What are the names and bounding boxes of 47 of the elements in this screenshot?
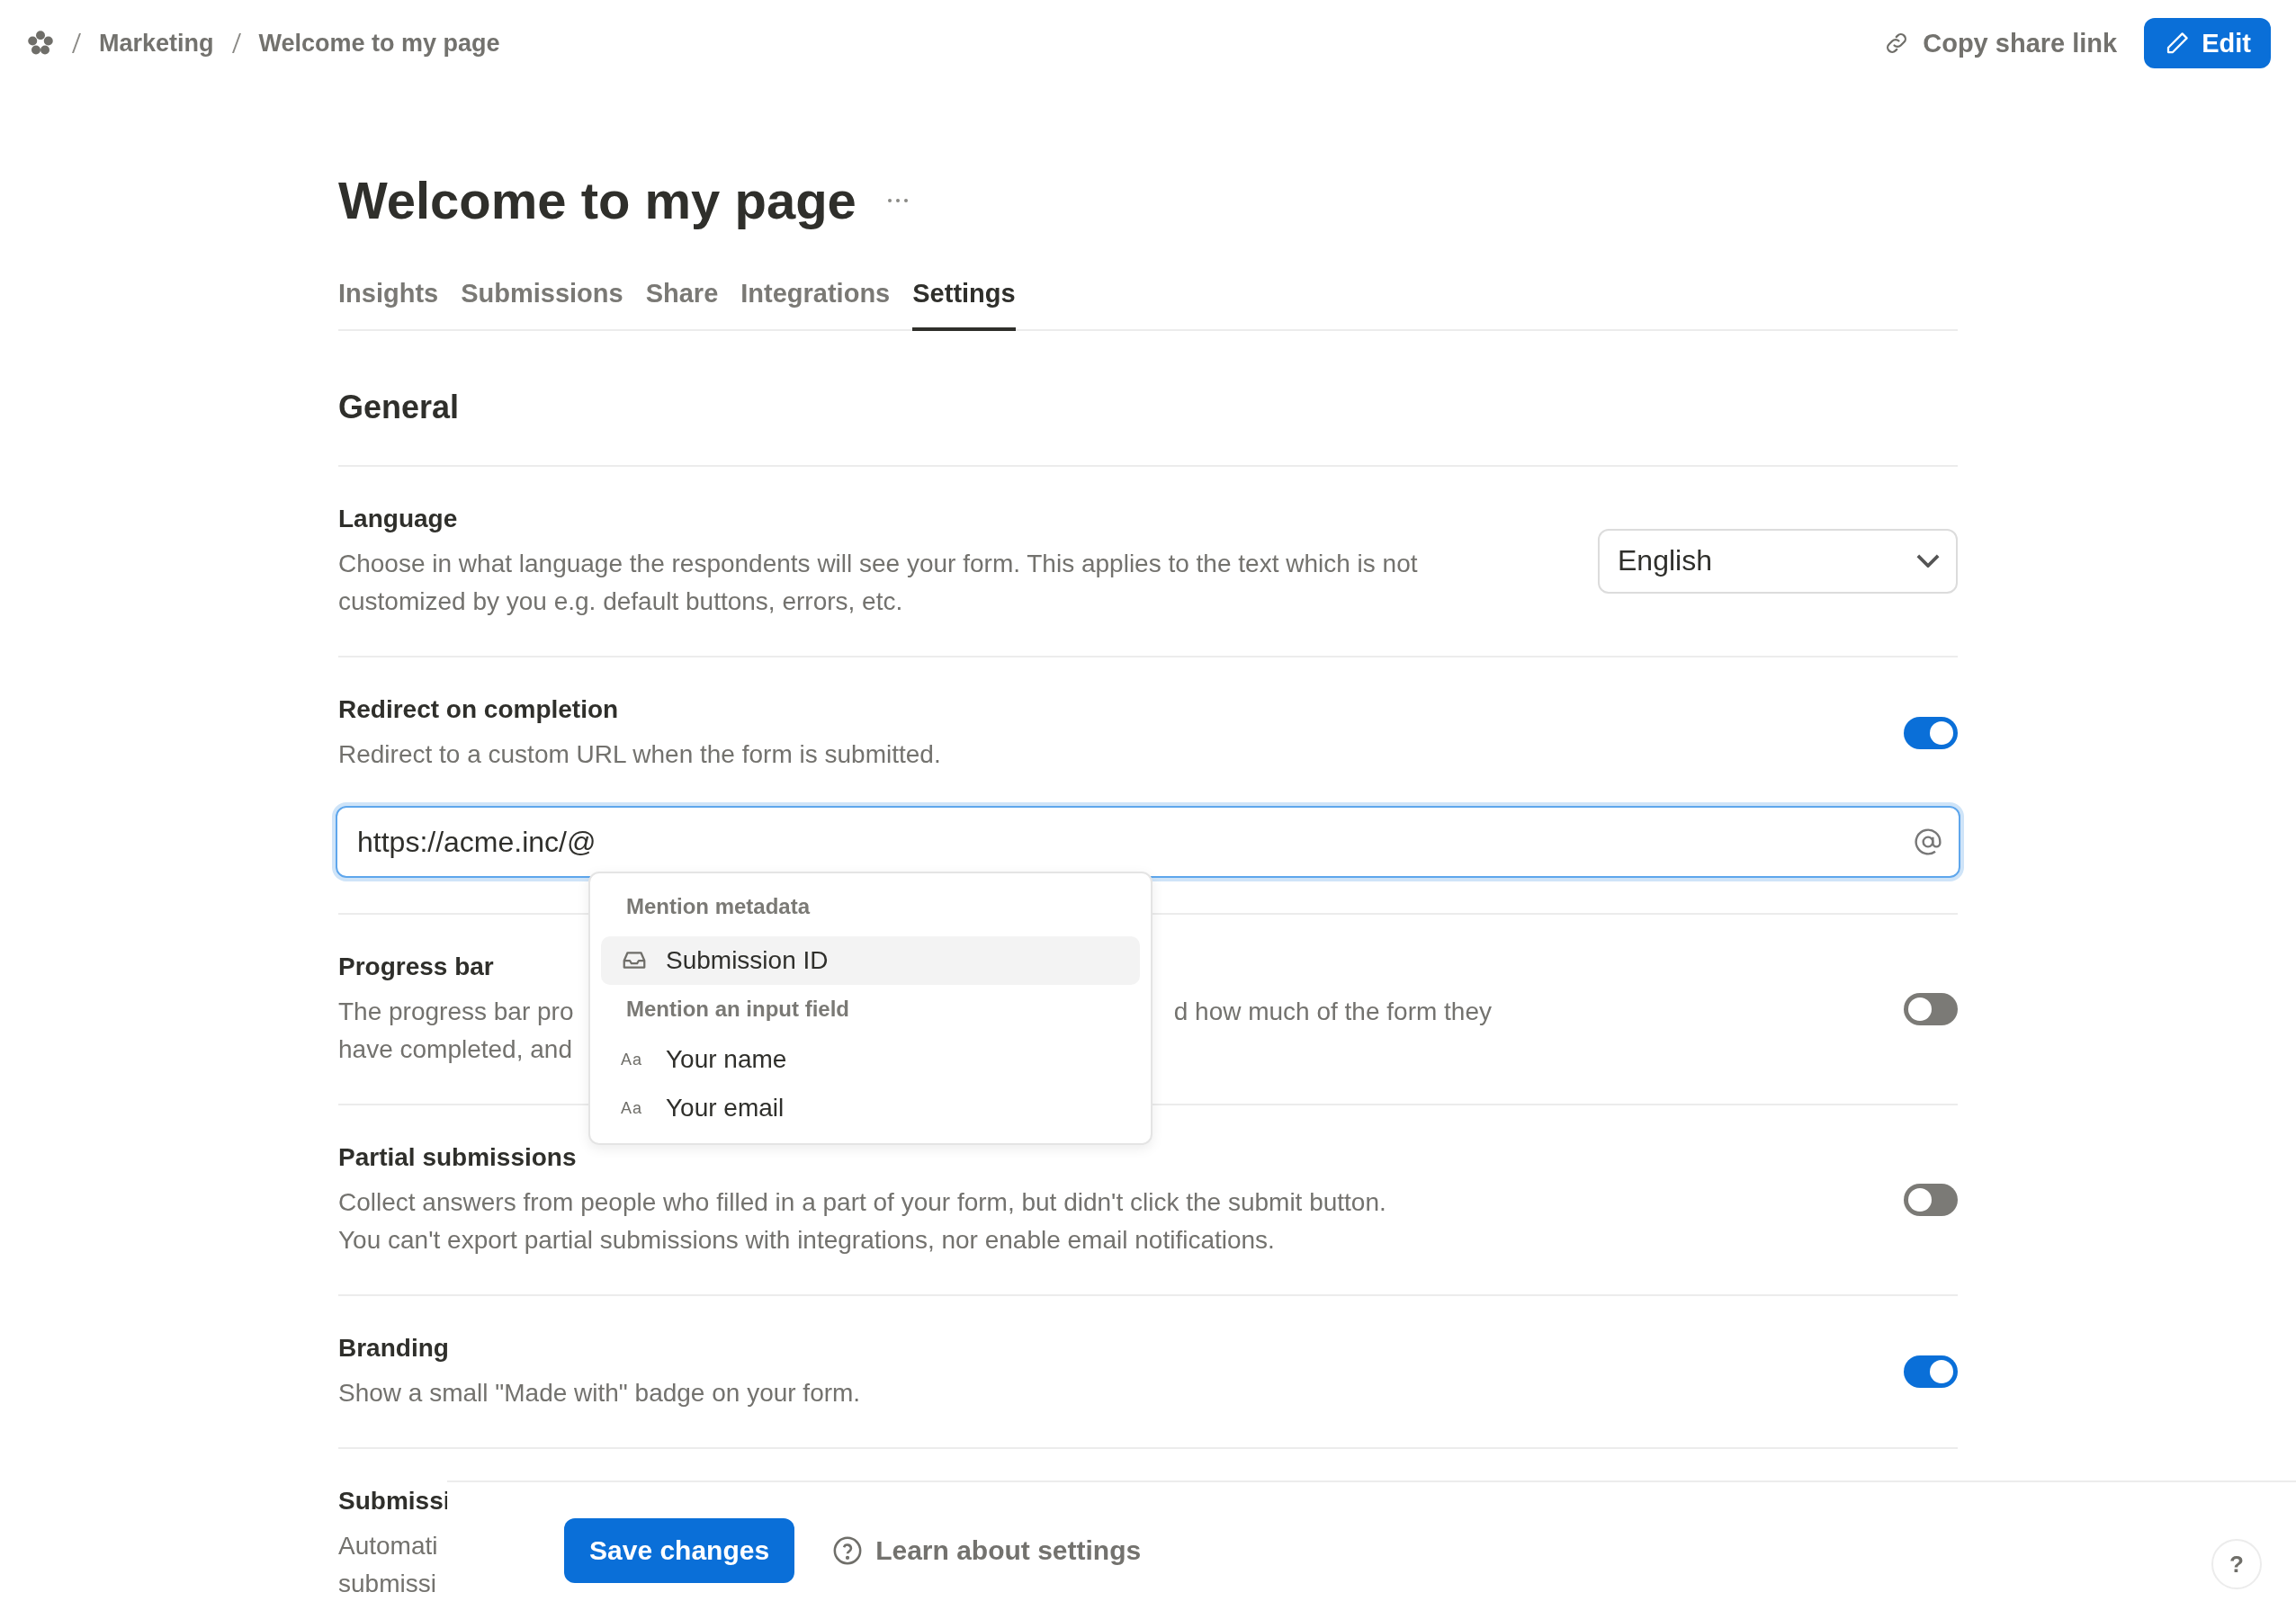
at-sign-icon[interactable] [1914,827,1942,856]
menu-group-heading: Mention an input field [625,996,850,1023]
tab[interactable]: Settings [912,275,1016,331]
copy-link-button[interactable]: Copy share link [1883,28,2118,58]
setting-description: d how much of the form they [1173,997,1492,1027]
chevron-down-icon [1916,554,1940,568]
setting-title: Progress bar [338,952,494,982]
section-heading: General [338,388,1958,467]
toggle-switch[interactable] [1904,1183,1958,1216]
menu-item[interactable]: Submission ID [601,936,1140,985]
setting-description: customized by you e.g. default buttons, errors, etc. [338,586,903,617]
setting-description: have completed, and [338,1034,572,1065]
setting-title: Language [338,504,458,534]
breadcrumb-link[interactable]: Marketing [99,29,214,58]
setting-description: Show a small "Made with" badge on your form. [338,1378,861,1409]
toggle-switch[interactable] [1904,992,1958,1025]
tab[interactable]: Insights [338,275,439,331]
setting-description: submissi [338,1569,436,1599]
edit-button[interactable]: Edit [2144,18,2271,68]
setting-title: Redirect on completion [338,694,619,725]
setting-title: Partial submissions [338,1142,577,1173]
save-button[interactable]: Save changes [564,1518,795,1583]
more-icon[interactable] [886,198,909,203]
language-select[interactable]: English [1598,528,1958,594]
setting-description: Choose in what language the respondents will see your form. This applies to the text which is not [338,549,1418,579]
menu-item[interactable]: Aa Your name [601,1035,1140,1084]
setting-description: You can't export partial submissions with integrations, nor enable email notifications. [338,1225,1275,1256]
tab[interactable]: Submissions [461,275,623,331]
breadcrumb-link[interactable]: Welcome to my page [258,29,500,58]
setting-description: Collect answers from people who filled in a part of your form, but didn't click the submit button. [338,1187,1386,1218]
tab[interactable]: Integrations [740,275,891,331]
menu-group-heading: Mention metadata [625,893,812,920]
toggle-switch[interactable] [1904,1355,1958,1388]
flower-logo-icon[interactable] [27,30,54,57]
setting-description: The progress bar pro [338,997,574,1027]
text-field-icon: Aa [621,1098,648,1118]
question-circle-icon [832,1535,864,1566]
setting-description: Automati [338,1531,438,1561]
learn-link[interactable]: Learn about settings [832,1535,1142,1566]
text-field-icon: Aa [621,1050,648,1069]
setting-title: Branding [338,1333,449,1364]
tab[interactable]: Share [645,275,719,331]
page-title: Welcome to my page [338,170,857,231]
setting-title: Submissi [338,1486,451,1516]
setting-description: Redirect to a custom URL when the form is submitted. [338,739,941,770]
menu-item[interactable]: Aa Your email [601,1084,1140,1132]
toggle-switch[interactable] [1904,716,1958,749]
